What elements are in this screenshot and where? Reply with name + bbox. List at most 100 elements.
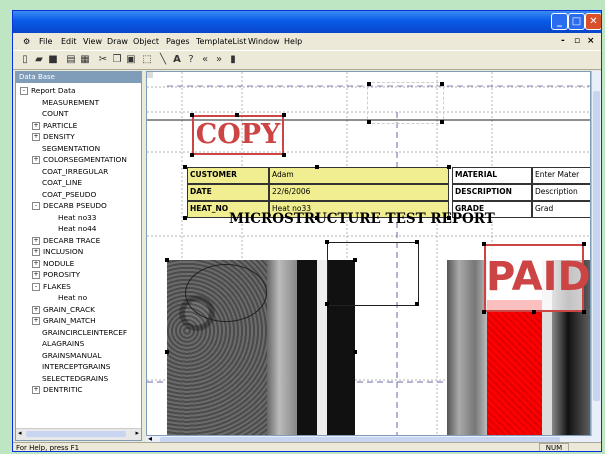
- tree-item[interactable]: + GRAIN_CRACK: [32, 305, 95, 314]
- tree-item[interactable]: INTERCEPTGRAINS: [42, 362, 110, 371]
- print-icon[interactable]: ▦: [79, 54, 91, 66]
- tree-item[interactable]: GRAINCIRCLEINTERCEF: [42, 328, 127, 337]
- tree-item[interactable]: - FLAKES: [32, 282, 71, 291]
- copy-icon[interactable]: ❐: [111, 54, 123, 66]
- tree-item[interactable]: - DECARB PSEUDO: [32, 201, 107, 210]
- menu-object[interactable]: Object: [133, 37, 159, 46]
- expand-icon[interactable]: +: [32, 236, 40, 245]
- expand-icon[interactable]: +: [32, 121, 40, 130]
- line-icon[interactable]: ╲: [157, 54, 169, 66]
- tree-item[interactable]: + POROSITY: [32, 270, 80, 279]
- tree-item[interactable]: + DENSITY: [32, 132, 75, 141]
- tree-item[interactable]: ALAGRAINS: [42, 339, 84, 348]
- tree-item[interactable]: - Report Data: [20, 86, 76, 95]
- panel-title: Data Base: [16, 72, 141, 83]
- expand-icon[interactable]: +: [32, 317, 40, 325]
- expand-icon[interactable]: +: [32, 156, 40, 164]
- mdi-close-icon[interactable]: ×: [587, 36, 595, 46]
- scroll-left-icon[interactable]: ◂: [18, 429, 22, 437]
- title-bar[interactable]: _ □ ✕: [13, 11, 601, 33]
- expand-icon[interactable]: +: [32, 259, 40, 268]
- menu-edit[interactable]: Edit: [61, 37, 77, 46]
- close-icon[interactable]: ✕: [585, 13, 601, 30]
- help-icon[interactable]: ?: [185, 54, 197, 66]
- field-value[interactable]: Enter Mater: [532, 167, 590, 184]
- expand-icon[interactable]: +: [32, 248, 40, 256]
- prev-page-icon[interactable]: «: [199, 54, 211, 66]
- field-value[interactable]: Description: [532, 184, 590, 201]
- collapse-icon[interactable]: -: [32, 282, 40, 291]
- report-title[interactable]: MICROSTRUCTURE TEST REPORT: [229, 211, 495, 227]
- collapse-icon[interactable]: -: [20, 87, 28, 95]
- menu-window[interactable]: Window: [248, 37, 280, 46]
- minimize-icon[interactable]: _: [551, 13, 568, 30]
- save-icon[interactable]: ■: [47, 54, 59, 66]
- panel-horizontal-scrollbar[interactable]: ◂ ▸: [16, 428, 141, 440]
- tree-item-label: SELECTEDGRAINS: [42, 373, 109, 383]
- tree-item[interactable]: + NODULE: [32, 259, 74, 268]
- tree-item[interactable]: + COLORSEGMENTATION: [32, 155, 127, 164]
- collapse-icon[interactable]: -: [32, 202, 40, 210]
- expand-icon[interactable]: +: [32, 271, 40, 279]
- field-label[interactable]: DATE: [187, 184, 269, 201]
- tree-item[interactable]: COAT_IRREGULAR: [42, 167, 108, 176]
- scroll-right-icon[interactable]: ▸: [135, 429, 139, 437]
- copy-stamp[interactable]: COPY: [192, 115, 284, 155]
- field-value[interactable]: Adam: [269, 167, 449, 184]
- tree-item[interactable]: + DENTRITIC: [32, 385, 83, 394]
- expand-icon[interactable]: +: [32, 305, 40, 314]
- tree-item[interactable]: SELECTEDGRAINS: [42, 374, 108, 383]
- field-value[interactable]: Grad: [532, 201, 590, 218]
- tree-item[interactable]: COAT_LINE: [42, 178, 82, 187]
- report-canvas[interactable]: COPY CUSTOMER Adam MATERIAL Enter Mater DATE…: [146, 71, 591, 436]
- tree-item[interactable]: Heat no44: [58, 224, 97, 233]
- field-value[interactable]: 22/6/2006: [269, 184, 449, 201]
- field-label[interactable]: CUSTOMER: [187, 167, 269, 184]
- tree-item[interactable]: Heat no: [58, 293, 87, 302]
- print-preview-icon[interactable]: ▤: [65, 54, 77, 66]
- menu-draw[interactable]: Draw: [107, 37, 128, 46]
- cut-icon[interactable]: ✂: [97, 54, 109, 66]
- pointer-icon[interactable]: ⬚: [141, 54, 153, 66]
- menu-view[interactable]: View: [83, 37, 102, 46]
- tree-item[interactable]: MEASUREMENT: [42, 98, 99, 107]
- tree-item[interactable]: GRAINSMANUAL: [42, 351, 102, 360]
- tree-item[interactable]: COAT_PSEUDO: [42, 190, 96, 199]
- text-icon[interactable]: A: [171, 54, 183, 66]
- paste-icon[interactable]: ▣: [125, 54, 137, 66]
- tree-item-label: PARTICLE: [43, 120, 78, 130]
- field-label[interactable]: DESCRIPTION: [452, 184, 532, 201]
- tree-item[interactable]: Heat no33: [58, 213, 97, 222]
- maximize-icon[interactable]: □: [568, 13, 585, 30]
- menu-pages[interactable]: Pages: [166, 37, 190, 46]
- tree-item-label: DENSITY: [43, 132, 75, 141]
- canvas-vertical-scrollbar[interactable]: [591, 71, 601, 436]
- menu-templatelist[interactable]: TemplateList: [196, 37, 247, 46]
- expand-icon[interactable]: +: [32, 386, 40, 394]
- tree-item[interactable]: COUNT: [42, 109, 68, 118]
- selection-rect[interactable]: [327, 242, 419, 306]
- tree-item-label: Heat no: [58, 293, 88, 302]
- menu-help[interactable]: Help: [284, 37, 302, 46]
- selection-ellipse[interactable]: [185, 264, 267, 322]
- mdi-restore-icon[interactable]: ▫: [574, 36, 580, 46]
- menu-file[interactable]: File: [39, 37, 52, 46]
- next-page-icon[interactable]: »: [213, 54, 225, 66]
- mdi-minimize-icon[interactable]: -: [561, 36, 565, 46]
- open-icon[interactable]: ▰: [33, 54, 45, 66]
- tree-item[interactable]: + GRAIN_MATCH: [32, 316, 96, 325]
- paid-stamp[interactable]: PAID: [484, 244, 590, 312]
- tree-item[interactable]: + DECARB TRACE: [32, 236, 100, 245]
- header-placeholder-box[interactable]: [367, 82, 444, 124]
- new-icon[interactable]: ▯: [19, 54, 31, 66]
- tree-item[interactable]: SEGMENTATION: [42, 144, 100, 153]
- tree-item[interactable]: + PARTICLE: [32, 121, 77, 130]
- field-label[interactable]: MATERIAL: [452, 167, 532, 184]
- tree-item-label: COUNT: [42, 109, 69, 118]
- panel-scroll-thumb[interactable]: [26, 431, 126, 437]
- expand-icon[interactable]: +: [32, 133, 40, 141]
- app-menu-icon[interactable]: ⚙: [23, 37, 30, 46]
- canvas-vscroll-thumb[interactable]: [593, 91, 600, 401]
- tree-item[interactable]: + INCLUSION: [32, 247, 83, 256]
- last-page-icon[interactable]: ▮: [227, 54, 239, 66]
